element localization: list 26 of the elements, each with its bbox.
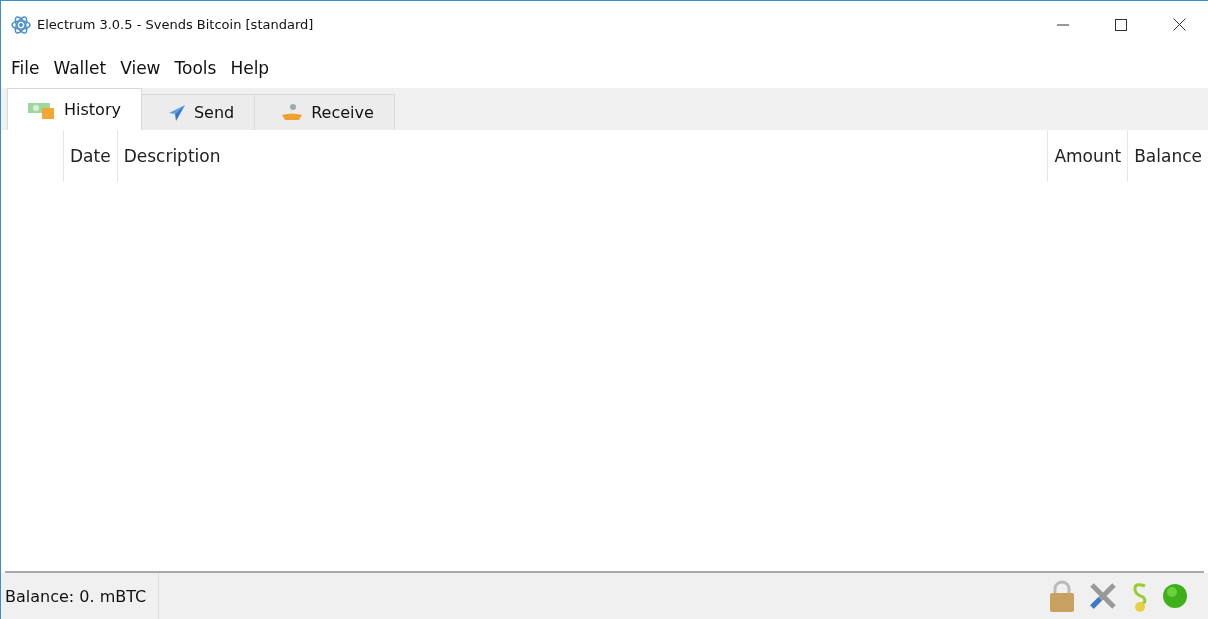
tab-label: History — [64, 100, 121, 119]
minimize-icon[interactable] — [1057, 23, 1069, 26]
hand-coin-icon — [281, 102, 304, 123]
column-header[interactable]: Amount — [1047, 130, 1128, 182]
tools-icon[interactable] — [1088, 581, 1118, 611]
maximize-icon[interactable] — [1115, 18, 1127, 31]
menu-item[interactable]: Tools — [168, 58, 223, 78]
balance-label: Balance: 0. mBTC — [1, 573, 160, 619]
tab-label: Receive — [311, 103, 374, 122]
tab[interactable]: History — [7, 88, 142, 130]
column-header[interactable]: Description — [116, 130, 1048, 182]
tab[interactable]: Send — [140, 94, 256, 130]
close-icon[interactable] — [1172, 18, 1186, 31]
menu-item[interactable]: Help — [224, 58, 276, 78]
tab-label: Send — [193, 103, 235, 122]
column-header[interactable]: Date — [63, 130, 117, 182]
menu-item[interactable]: View — [114, 58, 167, 78]
column-header[interactable]: Balance — [1127, 130, 1208, 182]
atom-icon — [11, 14, 31, 35]
network-status-icon[interactable] — [1162, 583, 1188, 609]
menu-item[interactable]: Wallet — [47, 58, 113, 78]
padlock-icon[interactable] — [1048, 580, 1076, 612]
tab[interactable]: Receive — [254, 94, 395, 130]
window-title: Electrum 3.0.5 - Svends Bitcoin [standard] — [37, 17, 315, 32]
menu-item[interactable]: File — [5, 58, 46, 78]
paper-plane-icon — [167, 103, 186, 122]
